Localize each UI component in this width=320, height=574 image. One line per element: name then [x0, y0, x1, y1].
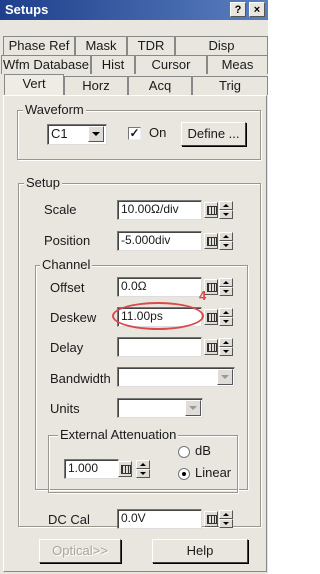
spin-down-icon[interactable]	[219, 241, 233, 250]
delay-label: Delay	[50, 340, 84, 355]
channel-dropdown-button[interactable]	[88, 126, 104, 142]
spin-down-icon[interactable]	[219, 519, 233, 528]
dc-cal-field[interactable]: 0.0V	[117, 509, 202, 529]
delay-spinner[interactable]	[219, 338, 233, 356]
tab-wfm-database[interactable]: Wfm Database	[1, 55, 91, 74]
bandwidth-dropdown-button[interactable]	[217, 369, 233, 385]
spin-up-icon[interactable]	[219, 510, 233, 519]
spin-up-icon[interactable]	[219, 308, 233, 317]
scale-field[interactable]: 10.00Ω/div	[117, 200, 202, 220]
window-title: Setups	[5, 2, 49, 17]
scale-keypad-icon[interactable]	[204, 202, 218, 218]
spin-down-icon[interactable]	[219, 317, 233, 326]
db-radio[interactable]	[178, 446, 190, 458]
spin-down-icon[interactable]	[219, 287, 233, 296]
title-bar: Setups ? ×	[0, 0, 268, 20]
tab-tdr[interactable]: TDR	[127, 36, 175, 55]
spin-down-icon[interactable]	[219, 210, 233, 219]
dc-cal-keypad-icon[interactable]	[204, 511, 218, 527]
setups-window: Setups ? × Phase Ref Mask TDR Disp Wfm D…	[0, 0, 268, 574]
dc-cal-label: DC Cal	[48, 512, 90, 527]
scale-label: Scale	[44, 202, 77, 217]
units-dropdown-button[interactable]	[185, 400, 201, 416]
deskew-label: Deskew	[50, 310, 97, 325]
spin-up-icon[interactable]	[219, 201, 233, 210]
setup-group-title: Setup	[24, 175, 62, 190]
tab-vert[interactable]: Vert	[4, 74, 64, 95]
define-button[interactable]: Define ...	[181, 122, 246, 146]
tab-trig[interactable]: Trig	[192, 76, 268, 95]
tab-acq[interactable]: Acq	[128, 76, 192, 95]
annotation-mark: 4	[199, 288, 207, 303]
on-label: On	[149, 125, 167, 140]
tab-disp[interactable]: Disp	[175, 36, 268, 55]
attenuation-group-title: External Attenuation	[58, 427, 179, 442]
optical-button[interactable]: Optical>>	[39, 539, 121, 563]
delay-field[interactable]	[117, 337, 202, 357]
offset-spinner[interactable]	[219, 278, 233, 296]
annotation-ellipse	[112, 302, 204, 330]
dc-cal-spinner[interactable]	[219, 510, 233, 528]
attenuation-keypad-icon[interactable]	[118, 461, 132, 477]
bandwidth-label: Bandwidth	[50, 371, 111, 386]
attenuation-spinner[interactable]	[136, 460, 150, 478]
waveform-group-title: Waveform	[23, 102, 86, 117]
close-button[interactable]: ×	[249, 2, 265, 17]
deskew-keypad-icon[interactable]	[204, 309, 218, 325]
tab-mask[interactable]: Mask	[75, 36, 127, 55]
tab-hist[interactable]: Hist	[91, 55, 135, 74]
help-title-button[interactable]: ?	[230, 2, 246, 17]
spin-down-icon[interactable]	[136, 469, 150, 478]
spin-down-icon[interactable]	[219, 347, 233, 356]
position-spinner[interactable]	[219, 232, 233, 250]
tab-meas[interactable]: Meas	[207, 55, 268, 74]
units-label: Units	[50, 401, 80, 416]
help-button[interactable]: Help	[152, 539, 248, 563]
linear-radio[interactable]	[178, 468, 190, 480]
on-checkbox[interactable]: ✓	[128, 127, 141, 140]
position-field[interactable]: -5.000div	[117, 231, 202, 251]
spin-up-icon[interactable]	[219, 338, 233, 347]
deskew-spinner[interactable]	[219, 308, 233, 326]
linear-label: Linear	[195, 465, 232, 480]
delay-keypad-icon[interactable]	[204, 339, 218, 355]
scale-spinner[interactable]	[219, 201, 233, 219]
db-label: dB	[195, 443, 211, 458]
tab-phase-ref[interactable]: Phase Ref	[3, 36, 75, 55]
tab-cursor[interactable]: Cursor	[135, 55, 207, 74]
offset-label: Offset	[50, 280, 85, 295]
channel-group-title: Channel	[40, 257, 93, 272]
offset-field[interactable]: 0.0Ω	[117, 277, 202, 297]
attenuation-field[interactable]: 1.000	[64, 459, 119, 479]
spin-up-icon[interactable]	[219, 232, 233, 241]
position-keypad-icon[interactable]	[204, 233, 218, 249]
spin-up-icon[interactable]	[219, 278, 233, 287]
spin-up-icon[interactable]	[136, 460, 150, 469]
position-label: Position	[44, 233, 91, 248]
tab-horz[interactable]: Horz	[64, 76, 128, 95]
